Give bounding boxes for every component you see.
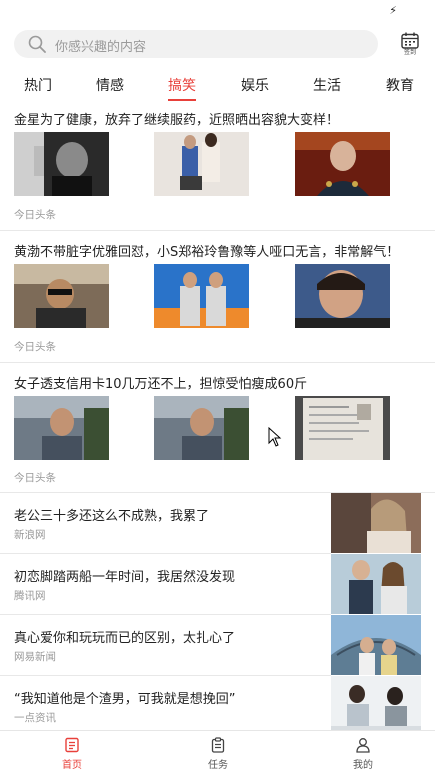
tab-label: 搞笑 bbox=[168, 78, 196, 94]
article-title: 真心爱你和玩玩而已的区别，太扎心了 bbox=[14, 631, 236, 646]
tab-hot[interactable]: 热门 bbox=[24, 75, 52, 95]
tab-label: 热门 bbox=[24, 78, 52, 94]
article-thumbnail bbox=[14, 396, 109, 460]
article-card[interactable]: 女子透支信用卡10几万还不上，担惊受怕瘦成60斤 今日头条 bbox=[0, 363, 435, 493]
tab-funny[interactable]: 搞笑 bbox=[168, 75, 196, 101]
article-source: 新浪网 bbox=[14, 529, 46, 541]
article-source: 今日头条 bbox=[14, 209, 56, 221]
article-thumbnail bbox=[331, 615, 421, 675]
search-row: 你感兴趣的内容 签到 bbox=[14, 30, 421, 60]
list-item[interactable]: 初恋脚踏两船一年时间，我居然没发现 腾讯网 bbox=[0, 554, 435, 614]
tab-entertainment[interactable]: 娱乐 bbox=[241, 75, 269, 95]
article-source: 网易新闻 bbox=[14, 651, 56, 663]
article-thumbnail bbox=[331, 676, 421, 736]
article-title: 金星为了健康，放弃了继续服药，近照晒出容貌大变样！ bbox=[14, 113, 340, 128]
list-item[interactable]: 老公三十多还这么不成熟，我累了 新浪网 bbox=[0, 493, 435, 553]
article-title: 初恋脚踏两船一年时间，我居然没发现 bbox=[14, 570, 236, 585]
tab-label: 生活 bbox=[313, 78, 341, 94]
tab-label: 情感 bbox=[96, 78, 124, 94]
article-thumbnail bbox=[295, 396, 390, 460]
list-item[interactable]: 真心爱你和玩玩而已的区别，太扎心了 网易新闻 bbox=[0, 615, 435, 675]
search-input[interactable]: 你感兴趣的内容 bbox=[14, 30, 378, 58]
article-title: 老公三十多还这么不成熟，我累了 bbox=[14, 509, 210, 524]
article-title: “我知道他是个渣男，可我就是想挽回” bbox=[14, 692, 236, 707]
tab-label: 教育 bbox=[386, 78, 414, 94]
status-bar: ⚡ bbox=[0, 0, 435, 24]
list-item[interactable]: “我知道他是个渣男，可我就是想挽回” 一点资讯 bbox=[0, 676, 435, 736]
tab-emotion[interactable]: 情感 bbox=[96, 75, 124, 95]
home-news-icon bbox=[65, 737, 79, 753]
tab-education[interactable]: 教育 bbox=[386, 75, 414, 95]
article-thumbnail bbox=[295, 132, 390, 196]
calendar-checkin-button[interactable]: 签到 bbox=[399, 30, 421, 60]
search-placeholder: 你感兴趣的内容 bbox=[55, 40, 147, 55]
article-source: 腾讯网 bbox=[14, 590, 46, 602]
article-source: 今日头条 bbox=[14, 341, 56, 353]
flash-icon: ⚡ bbox=[389, 4, 397, 17]
mouse-cursor bbox=[268, 427, 282, 447]
search-icon bbox=[28, 35, 46, 53]
article-title: 女子透支信用卡10几万还不上，担惊受怕瘦成60斤 bbox=[14, 377, 308, 392]
article-thumbnail bbox=[14, 132, 109, 196]
article-thumbnail bbox=[154, 132, 249, 196]
user-icon bbox=[356, 738, 370, 753]
article-thumbnail bbox=[331, 493, 421, 553]
nav-tasks[interactable]: 任务 bbox=[188, 737, 248, 771]
article-thumbnail bbox=[154, 264, 249, 328]
article-title: 黄渤不带脏字优雅回怼，小S郑裕玲鲁豫等人哑口无言，非常解气！ bbox=[14, 245, 400, 260]
article-thumbnail bbox=[154, 396, 249, 460]
article-thumbnail bbox=[14, 264, 109, 328]
article-thumbnail bbox=[331, 554, 421, 614]
article-source: 一点资讯 bbox=[14, 712, 56, 724]
tab-life[interactable]: 生活 bbox=[313, 75, 341, 95]
article-card[interactable]: 金星为了健康，放弃了继续服药，近照晒出容貌大变样！ 今日头条 bbox=[0, 103, 435, 231]
nav-home[interactable]: 首页 bbox=[42, 737, 102, 771]
nav-profile[interactable]: 我的 bbox=[333, 737, 393, 771]
category-tabs: 热门 情感 搞笑 娱乐 生活 教育 bbox=[0, 71, 435, 101]
nav-label: 任务 bbox=[208, 760, 228, 771]
calendar-label: 签到 bbox=[403, 49, 416, 56]
clipboard-icon bbox=[211, 737, 225, 753]
nav-label: 首页 bbox=[62, 760, 82, 771]
calendar-icon bbox=[401, 32, 419, 49]
tab-label: 娱乐 bbox=[241, 78, 269, 94]
article-thumbnail bbox=[295, 264, 390, 328]
article-source: 今日头条 bbox=[14, 472, 56, 484]
nav-label: 我的 bbox=[353, 760, 373, 771]
bottom-navigation: 首页 任务 我的 bbox=[0, 730, 435, 775]
article-card[interactable]: 黄渤不带脏字优雅回怼，小S郑裕玲鲁豫等人哑口无言，非常解气！ 今日头条 bbox=[0, 231, 435, 363]
active-tab-indicator bbox=[168, 99, 196, 101]
